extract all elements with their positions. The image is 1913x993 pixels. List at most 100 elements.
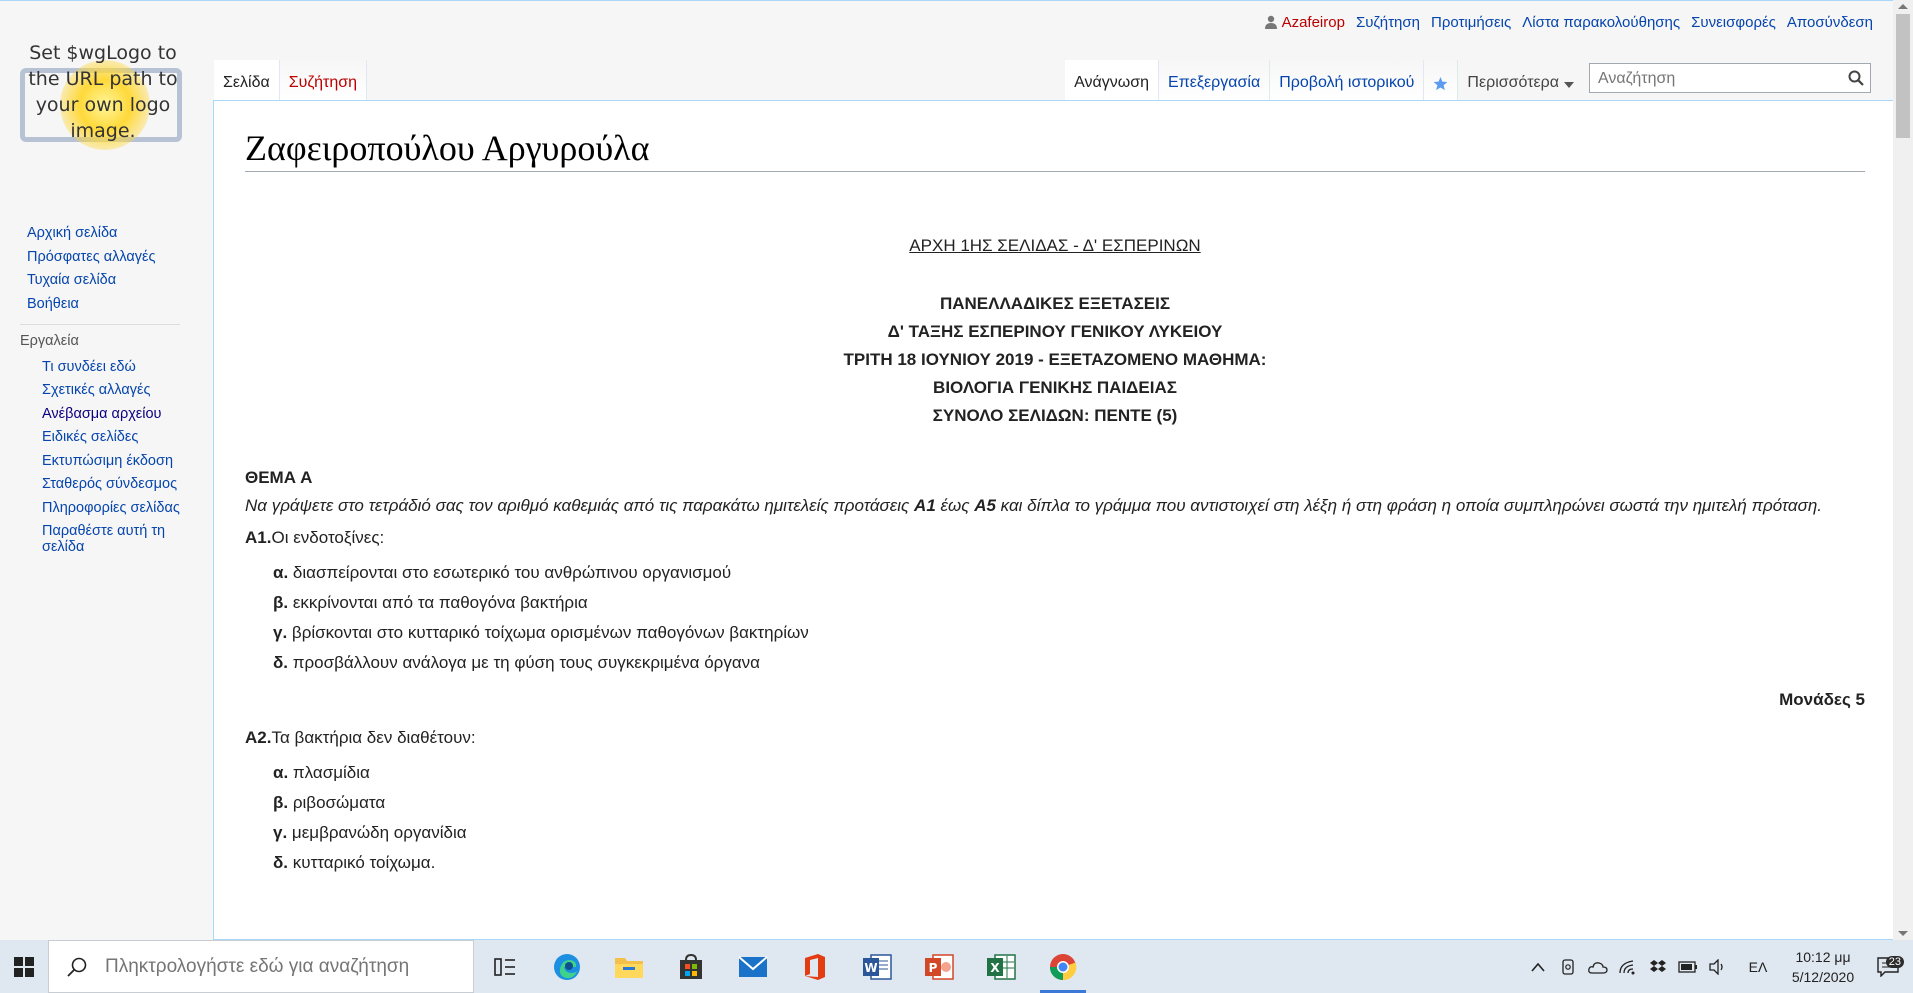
option-item: δ. κυτταρικό τοίχωμα.: [245, 848, 1865, 878]
tab-history[interactable]: Προβολή ιστορικού: [1270, 60, 1425, 100]
tab-read[interactable]: Ανάγνωση: [1065, 60, 1160, 100]
option-text: βρίσκονται στο κυτταρικό τοίχωμα ορισμέν…: [291, 623, 809, 642]
site-logo[interactable]: Set $wgLogo to the URL path to your own …: [20, 38, 186, 173]
store-icon: [680, 953, 702, 979]
taskbar-search: [48, 940, 474, 993]
logo-placeholder-text: Set $wgLogo to the URL path to your own …: [28, 42, 178, 142]
exam-header-line: ΣΥΝΟΛΟ ΣΕΛΙΔΩΝ: ΠΕΝΤΕ (5): [932, 406, 1178, 425]
word-app[interactable]: W: [846, 940, 908, 993]
office-app[interactable]: [784, 940, 846, 993]
instructions-text: και δίπλα το γράμμα που αντιστοιχεί στη …: [995, 496, 1823, 515]
page-scrollbar[interactable]: [1893, 0, 1913, 940]
sidebar-item-upload-file[interactable]: Ανέβασμα αρχείου: [42, 406, 192, 422]
options-list: α. πλασμίδια β. ριβοσώματα γ. μεμβρανώδη…: [245, 758, 1865, 878]
instructions-ref: Α5: [974, 496, 996, 515]
contributions-link[interactable]: Συνεισφορές: [1691, 14, 1776, 31]
excel-app[interactable]: X: [970, 940, 1032, 993]
sidebar-item-cite-page[interactable]: Παραθέστε αυτή τη σελίδα: [42, 523, 192, 555]
instructions-ref: Α1: [914, 496, 936, 515]
option-text: εκκρίνονται από τα παθογόνα βακτήρια: [292, 593, 588, 612]
option-letter: γ.: [273, 623, 288, 642]
clock[interactable]: 10:12 μμ 5/12/2020: [1783, 947, 1863, 987]
file-explorer-app[interactable]: [598, 940, 660, 993]
sidebar-item-recent-changes[interactable]: Πρόσφατες αλλαγές: [27, 249, 213, 265]
tab-edit[interactable]: Επεξεργασία: [1159, 60, 1271, 100]
logout-link[interactable]: Αποσύνδεση: [1787, 14, 1873, 31]
view-tabs: Ανάγνωση Επεξεργασία Προβολή ιστορικού Π…: [1065, 60, 1583, 100]
sidebar-item-special-pages[interactable]: Ειδικές σελίδες: [42, 429, 192, 445]
sidebar-item-permanent-link[interactable]: Σταθερός σύνδεσμος: [42, 476, 192, 492]
meet-now-button[interactable]: [1553, 958, 1583, 975]
option-letter: δ.: [273, 853, 289, 872]
more-menu[interactable]: Περισσότερα: [1458, 60, 1583, 100]
preferences-link[interactable]: Προτιμήσεις: [1431, 14, 1511, 31]
sidebar-item-page-information[interactable]: Πληροφορίες σελίδας: [42, 500, 192, 516]
option-letter: β.: [273, 793, 289, 812]
section-title: ΘΕΜΑ Α: [245, 468, 313, 487]
more-menu-label: Περισσότερα: [1467, 74, 1559, 91]
sidebar-item-random-page[interactable]: Τυχαία σελίδα: [27, 272, 213, 288]
option-letter: δ.: [273, 653, 289, 672]
cloud-icon: [1588, 961, 1608, 974]
search-icon[interactable]: [1848, 70, 1864, 86]
search-input[interactable]: [1596, 68, 1840, 90]
battery-button[interactable]: [1673, 960, 1703, 973]
question-number: Α1.: [245, 528, 272, 547]
powerpoint-app[interactable]: P: [908, 940, 970, 993]
start-button[interactable]: [0, 940, 48, 993]
watch-star-icon[interactable]: [1424, 60, 1459, 100]
notification-count: 23: [1885, 955, 1904, 968]
scroll-up-icon[interactable]: [1898, 4, 1908, 9]
volume-button[interactable]: [1703, 958, 1733, 975]
task-view-button[interactable]: [474, 940, 536, 993]
personal-tools: Azafeirop Συζήτηση Προτιμήσεις Λίστα παρ…: [1264, 14, 1873, 31]
option-item: δ. προσβάλλουν ανάλογα με τη φύση τους σ…: [245, 648, 1865, 678]
edge-icon: [554, 953, 580, 980]
clock-time: 10:12 μμ: [1795, 948, 1851, 965]
show-hidden-icons-button[interactable]: [1523, 962, 1553, 972]
chrome-app[interactable]: [1032, 940, 1094, 993]
watchlist-link[interactable]: Λίστα παρακολούθησης: [1522, 14, 1680, 31]
action-center-button[interactable]: 23: [1863, 955, 1913, 977]
option-letter: β.: [273, 593, 289, 612]
onedrive-button[interactable]: [1583, 960, 1613, 974]
excel-icon: X: [987, 953, 1016, 980]
exam-header-line: ΤΡΙΤΗ 18 ΙΟΥΝΙΟΥ 2019 - ΕΞΕΤΑΖΟΜΕΝΟ ΜΑΘΗ…: [843, 350, 1267, 369]
dropbox-button[interactable]: [1643, 959, 1673, 975]
battery-icon: [1678, 960, 1697, 973]
network-button[interactable]: [1613, 959, 1643, 975]
sidebar-item-what-links-here[interactable]: Τι συνδέει εδώ: [42, 359, 192, 375]
edge-app[interactable]: [536, 940, 598, 993]
svg-text:P: P: [929, 961, 938, 975]
dropbox-icon: [1650, 959, 1666, 972]
option-text: μεμβρανώδη οργανίδια: [291, 823, 467, 842]
tab-page[interactable]: Σελίδα: [214, 60, 280, 100]
exam-header-line: Δ' ΤΑΞΗΣ ΕΣΠΕΡΙΝΟΥ ΓΕΝΙΚΟΥ ΛΥΚΕΙΟΥ: [887, 322, 1223, 341]
svg-text:X: X: [990, 961, 1000, 975]
mail-app[interactable]: [722, 940, 784, 993]
page-marker: ΑΡΧΗ 1ΗΣ ΣΕΛΙΔΑΣ - Δ' ΕΣΠΕΡΙΝΩΝ: [909, 236, 1201, 255]
sidebar-tools-heading: Εργαλεία: [20, 323, 180, 353]
article-body: ΑΡΧΗ 1ΗΣ ΣΕΛΙΔΑΣ - Δ' ΕΣΠΕΡΙΝΩΝ ΠΑΝΕΛΛΑΔ…: [245, 201, 1865, 878]
windows-icon: [14, 956, 34, 977]
scrollbar-thumb[interactable]: [1896, 14, 1910, 138]
option-item: β. ριβοσώματα: [245, 788, 1865, 818]
personal-talk-link[interactable]: Συζήτηση: [1356, 14, 1420, 31]
option-text: προσβάλλουν ανάλογα με τη φύση τους συγκ…: [292, 653, 760, 672]
sidebar-item-related-changes[interactable]: Σχετικές αλλαγές: [42, 382, 192, 398]
tab-talk[interactable]: Συζήτηση: [279, 60, 368, 100]
chrome-icon: [1049, 953, 1077, 980]
option-letter: α.: [273, 563, 289, 582]
store-app[interactable]: [660, 940, 722, 993]
taskbar-search-input[interactable]: [103, 954, 467, 979]
user-page-link[interactable]: Azafeirop: [1264, 14, 1345, 31]
instructions: Να γράψετε στο τετράδιό σας τον αριθμό κ…: [245, 492, 1865, 520]
language-indicator[interactable]: ΕΛ: [1733, 959, 1783, 975]
scroll-down-icon[interactable]: [1898, 931, 1908, 936]
namespace-tabs: Σελίδα Συζήτηση: [214, 60, 368, 100]
sidebar-item-help[interactable]: Βοήθεια: [27, 296, 213, 312]
clock-date: 5/12/2020: [1791, 968, 1855, 985]
sidebar-item-printable-version[interactable]: Εκτυπώσιμη έκδοση: [42, 453, 192, 469]
sidebar-item-main-page[interactable]: Αρχική σελίδα: [27, 225, 213, 241]
exam-header-line: ΒΙΟΛΟΓΙΑ ΓΕΝΙΚΗΣ ΠΑΙΔΕΙΑΣ: [933, 378, 1177, 397]
